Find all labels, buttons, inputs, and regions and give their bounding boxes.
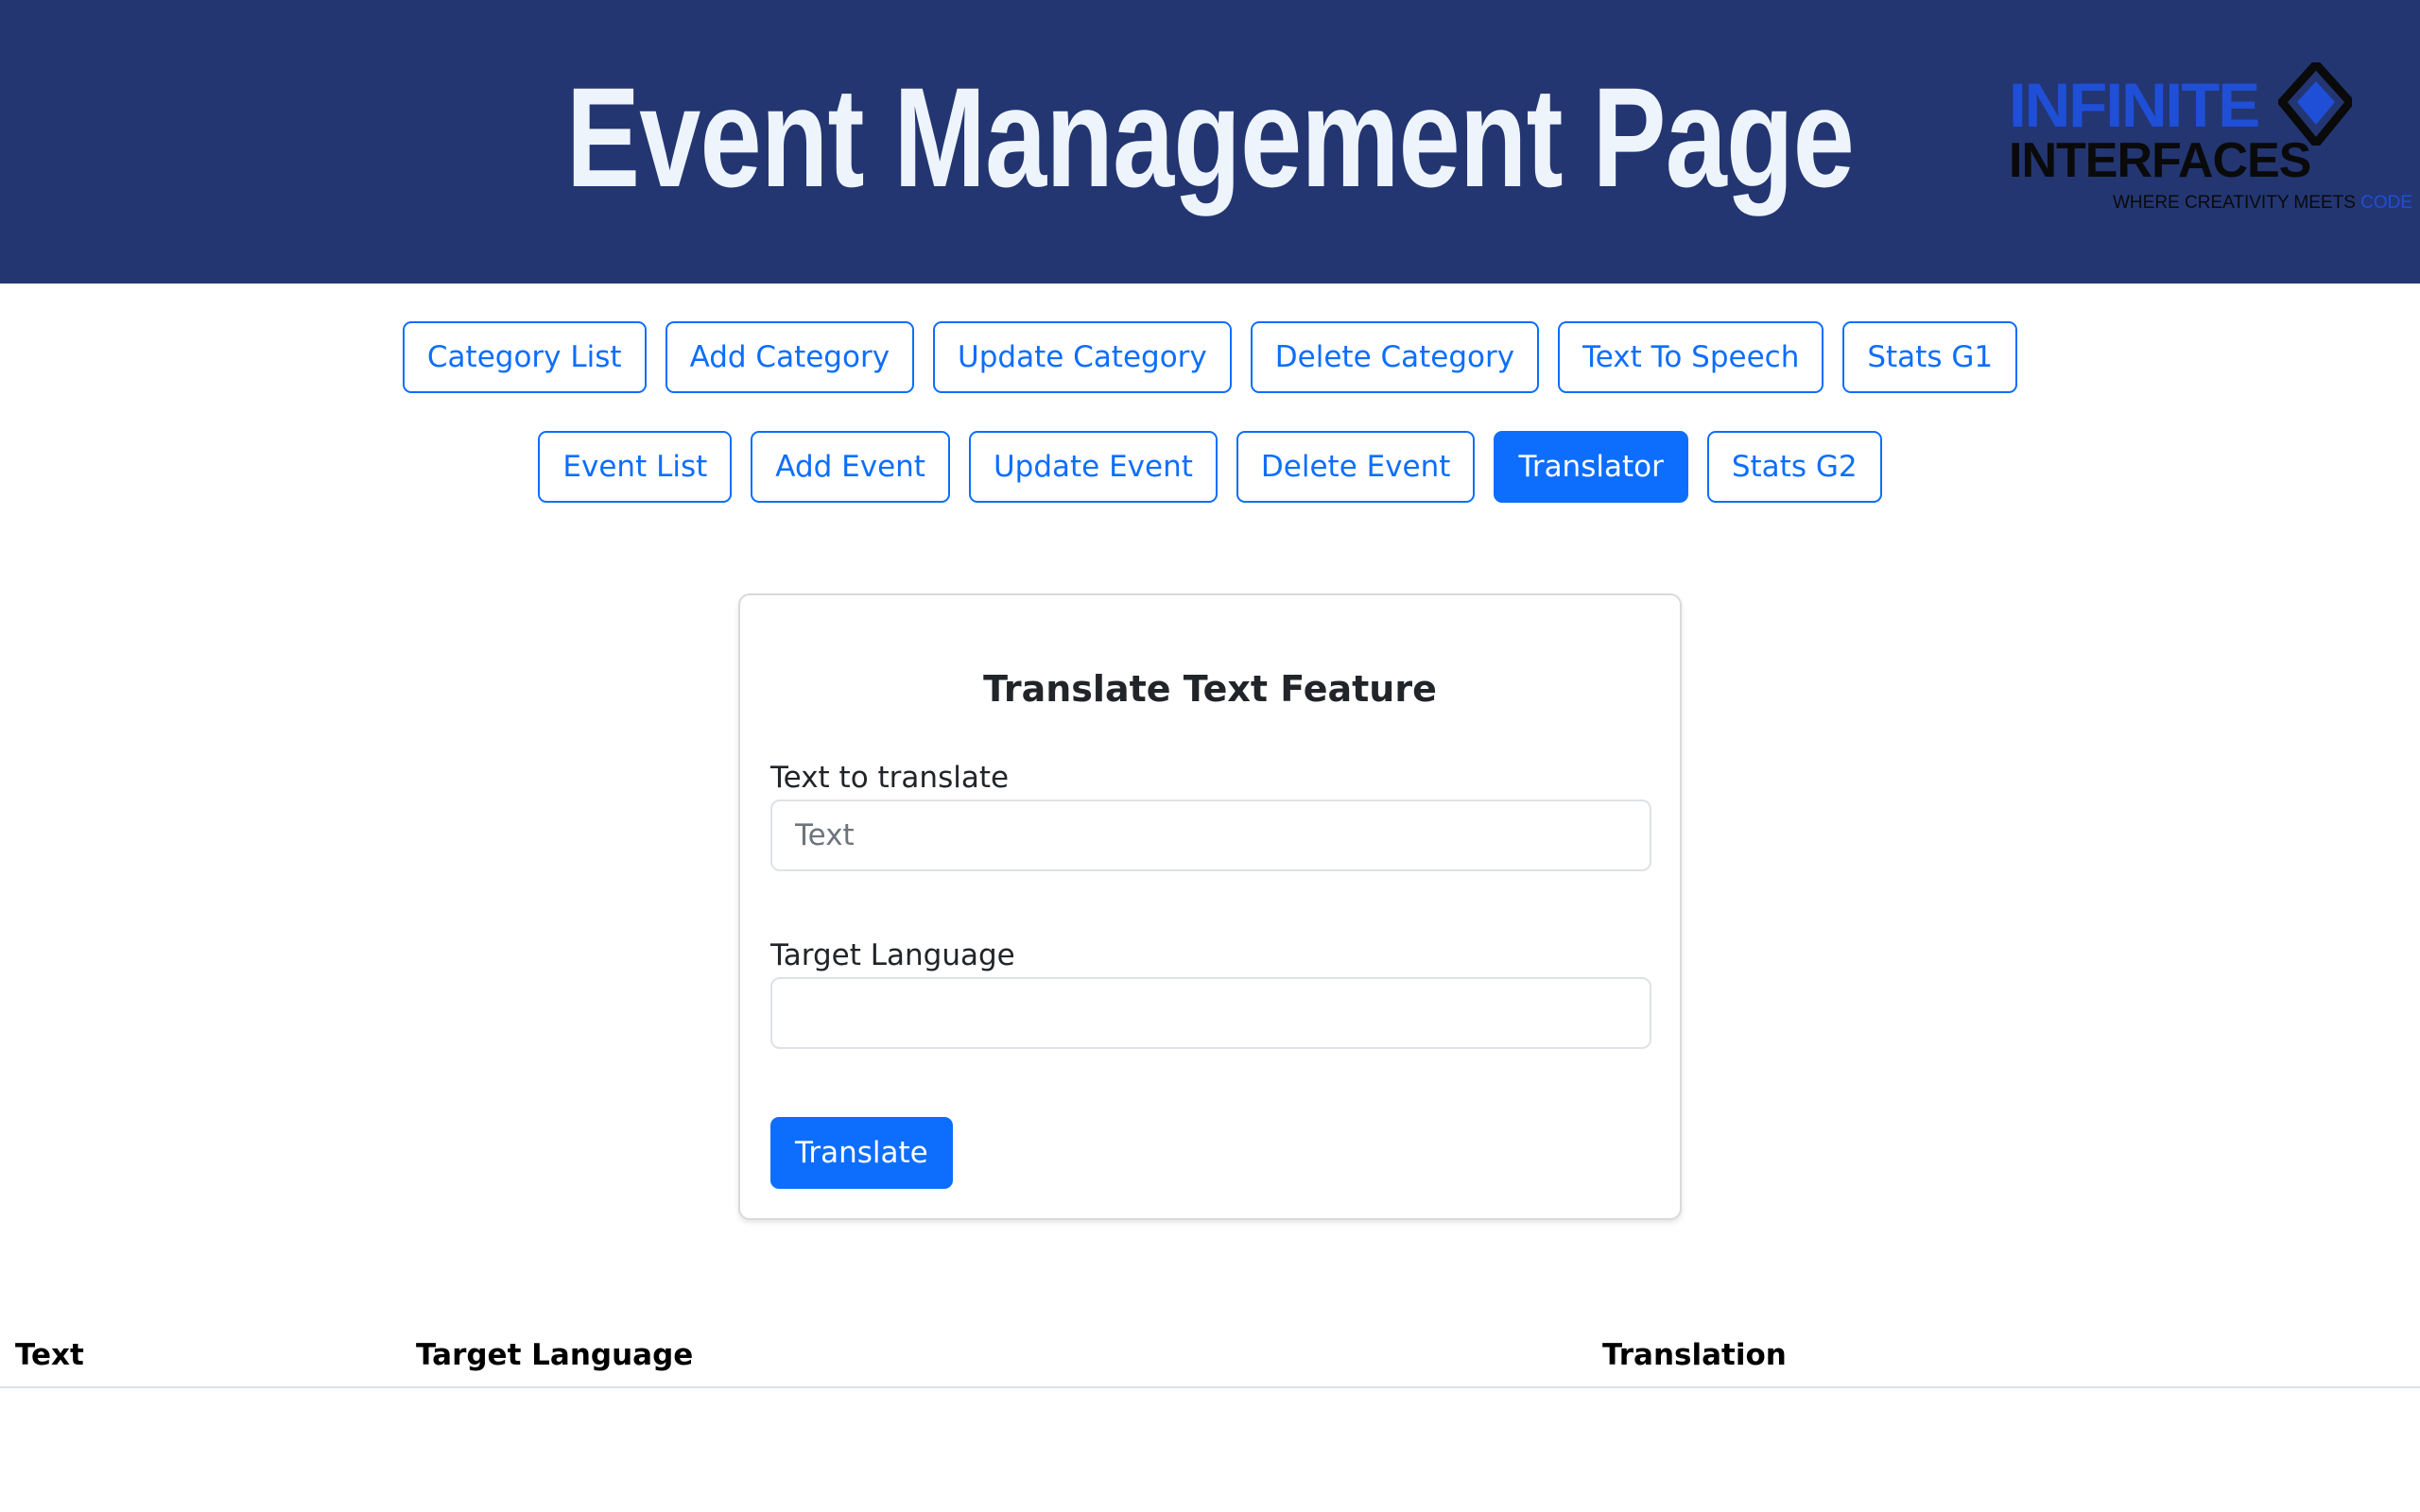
add-event-button[interactable]: Add Event [751,431,950,503]
translate-button[interactable]: Translate [770,1117,953,1189]
column-header-text: Text [0,1323,401,1388]
update-event-button[interactable]: Update Event [968,431,1218,503]
delete-category-button[interactable]: Delete Category [1250,321,1540,393]
update-category-button[interactable]: Update Category [933,321,1232,393]
target-language-input[interactable] [770,977,1651,1049]
add-category-button[interactable]: Add Category [665,321,915,393]
card-title: Translate Text Feature [983,668,1437,710]
logo-tagline: WHERE CREATIVITY MEETS CODE [2113,193,2412,214]
table-header-row: Text Target Language Translation [0,1323,2420,1388]
translate-card: Translate Text Feature Text to translate… [738,593,1682,1220]
page-title: Event Management Page [565,58,1855,216]
infinite-interfaces-logo: INFINITE INTERFACES WHERE CREATIVITY MEE… [2009,59,2412,219]
page-header: Event Management Page INFINITE INTERFACE… [0,0,2420,284]
text-to-translate-label: Text to translate [770,761,1010,795]
logo-word-infinite: INFINITE [2009,70,2260,140]
stats-g1-button[interactable]: Stats G1 [1842,321,2018,393]
translator-button[interactable]: Translator [1494,431,1688,503]
table-header: Text Target Language Translation [0,1323,2420,1388]
logo-word-interfaces: INTERFACES [2009,133,2311,188]
text-to-speech-button[interactable]: Text To Speech [1558,321,1824,393]
column-header-translation: Translation [1587,1323,2420,1388]
column-header-target-language: Target Language [401,1323,1587,1388]
delete-event-button[interactable]: Delete Event [1236,431,1476,503]
category-nav: Category List Add Category Update Catego… [0,321,2420,393]
event-list-button[interactable]: Event List [538,431,733,503]
translations-table: Text Target Language Translation [0,1323,2420,1388]
logo-tagline-text: WHERE CREATIVITY MEETS [2113,193,2356,213]
category-list-button[interactable]: Category List [402,321,647,393]
logo-tagline-accent: CODE [2360,193,2413,213]
text-to-translate-input[interactable] [770,799,1651,871]
event-nav: Event List Add Event Update Event Delete… [0,431,2420,503]
stats-g2-button[interactable]: Stats G2 [1706,431,1882,503]
target-language-label: Target Language [770,938,1015,972]
